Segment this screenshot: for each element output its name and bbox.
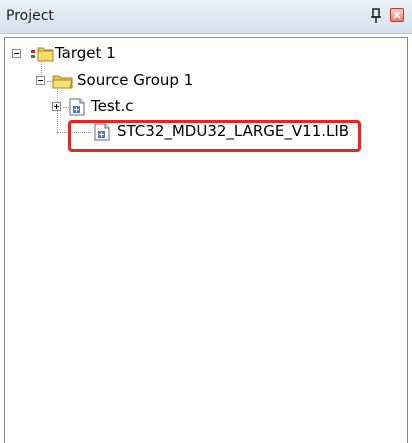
tree-item-group[interactable]: Source Group 1 [77, 71, 193, 89]
tree-item-target[interactable]: Target 1 [55, 44, 116, 62]
c-file-icon [69, 98, 85, 116]
project-panel: Project Target 1 Source Group 1 Test.c S… [0, 0, 412, 443]
tree-item-test-c[interactable]: Test.c [91, 97, 134, 115]
target-folder-icon [31, 47, 54, 62]
project-tree[interactable]: Target 1 Source Group 1 Test.c STC32_MDU… [4, 37, 408, 443]
folder-icon [52, 75, 73, 89]
collapse-toggle-target[interactable] [12, 49, 21, 58]
panel-title: Project [6, 8, 54, 24]
panel-titlebar: Project [0, 0, 412, 34]
pin-icon[interactable] [370, 8, 382, 24]
expand-toggle-test-c[interactable] [52, 102, 61, 111]
collapse-toggle-group[interactable] [36, 76, 45, 85]
highlight-box [68, 120, 361, 152]
close-icon [393, 11, 401, 19]
close-button[interactable] [390, 8, 404, 22]
